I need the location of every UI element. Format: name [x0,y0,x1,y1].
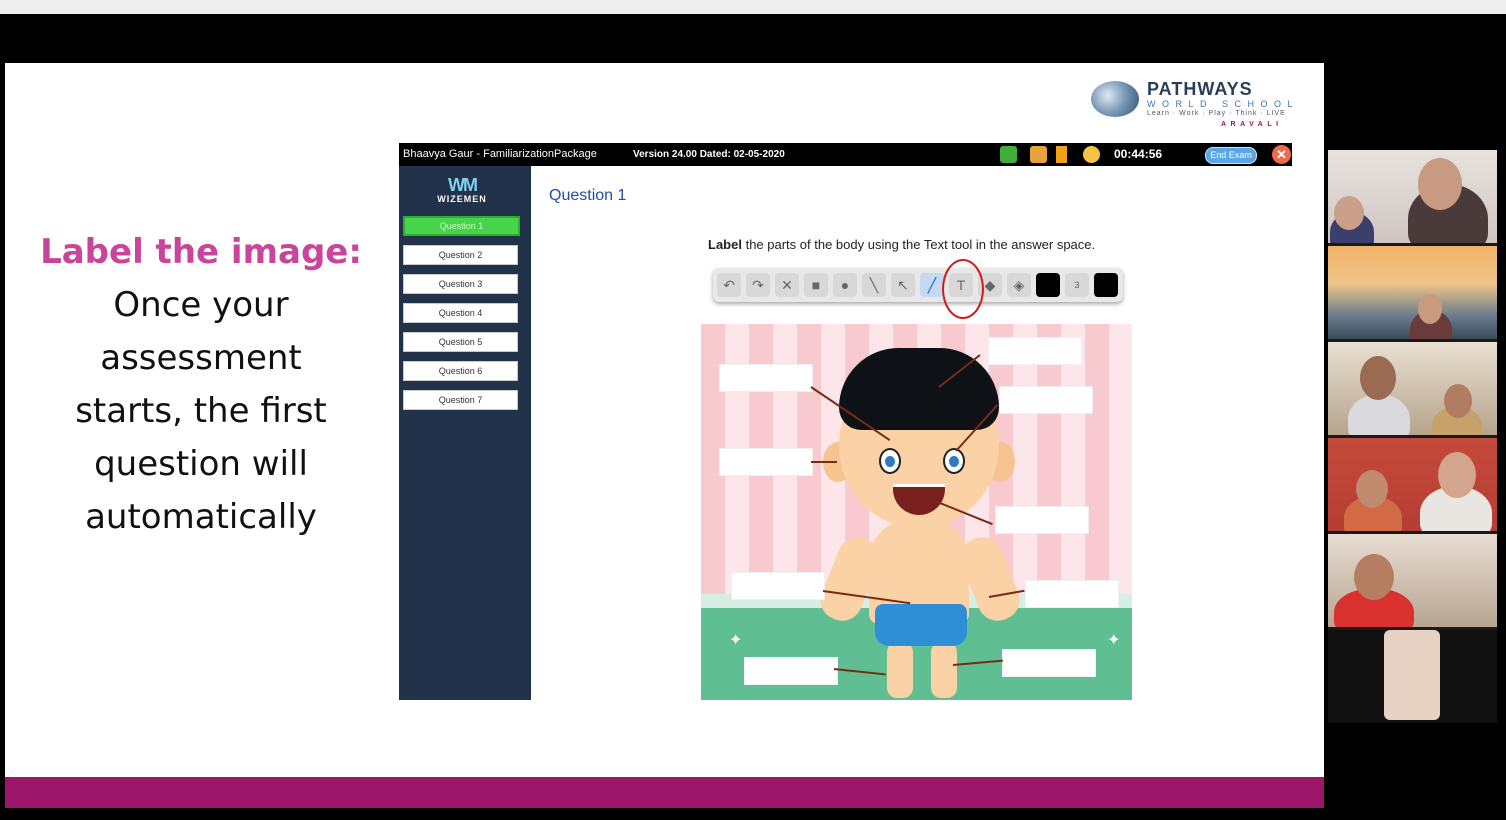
window-top-strip [0,0,1506,14]
exam-timer: 00:44:56 [1114,147,1163,161]
wizemen-logo: WM WIZEMEN [427,176,497,206]
participant-face [1444,384,1472,418]
slide-footer-bar [5,777,1324,808]
answer-box[interactable] [719,448,813,476]
participant-face [1438,452,1476,498]
boy-left-eye [879,448,901,474]
text-tool-highlight-circle [942,259,984,319]
color-swatch-icon[interactable] [1036,273,1060,297]
participant-video-tile[interactable] [1328,438,1497,531]
clock-icon [1083,146,1100,163]
bookmark-icon[interactable] [1056,146,1067,163]
answer-box[interactable] [988,337,1082,365]
question-instruction: Label the parts of the body using the Te… [708,237,1095,252]
question-nav-button-5[interactable]: Question 5 [403,332,518,352]
exam-app-screenshot: Bhaavya Gaur - FamiliarizationPackage Ve… [399,143,1292,700]
boy-left-leg [887,642,913,698]
undo-icon[interactable]: ↶ [717,273,741,297]
participant-silhouette [1348,394,1410,435]
logo-subtitle: WORLD SCHOOL [1147,99,1300,109]
logo-tagline: Learn · Work · Play · Think · LIVE [1147,110,1286,117]
slide-body-line: Once your [113,285,289,325]
slide-body-line: starts, the first [75,391,327,431]
logo-place: ARAVALI [1221,121,1283,128]
fill-icon[interactable]: ◈ [1007,273,1031,297]
pointer-icon[interactable]: ↖ [891,273,915,297]
answer-box[interactable] [1025,580,1119,608]
brand-name: WIZEMEN [437,194,487,204]
app-window-title: Bhaavya Gaur - FamiliarizationPackage [403,148,597,160]
sparkle-icon: ✦ [729,632,743,649]
answer-canvas-image[interactable]: ✦ ✦ [701,324,1132,700]
instruction-bold: Label [708,237,742,252]
participant-face [1360,356,1396,400]
boy-right-leg [931,642,957,698]
question-nav-button-2[interactable]: Question 2 [403,245,518,265]
question-heading: Question 1 [549,187,627,204]
line-icon[interactable]: ╲ [862,273,886,297]
end-exam-button[interactable]: End Exam [1205,147,1257,164]
sparkle-icon: ✦ [1107,632,1121,649]
participant-silhouette [1384,630,1440,720]
participant-face [1418,294,1442,324]
brand-mark: WM [448,175,478,195]
participant-video-tile[interactable] [1328,534,1497,627]
notes-icon[interactable] [1030,146,1047,163]
drawing-toolbar: ↶ ↷ ✕ ■ ● ╲ ↖ ╱ T ◆ ◈ 3 [713,268,1123,302]
boy-hair [839,348,999,430]
redo-icon[interactable]: ↷ [746,273,770,297]
school-logo: PATHWAYS WORLD SCHOOL Learn · Work · Pla… [1091,79,1303,131]
boy-shorts [875,604,967,646]
question-sidebar: WM WIZEMEN Question 1 Question 2 Questio… [399,166,531,700]
participant-face [1356,470,1388,508]
question-nav-button-1[interactable]: Question 1 [403,216,520,236]
question-nav-button-4[interactable]: Question 4 [403,303,518,323]
participant-video-tile[interactable] [1328,246,1497,339]
rectangle-icon[interactable]: ■ [804,273,828,297]
answer-box[interactable] [744,657,838,685]
slide-body-line: assessment [100,338,302,378]
participant-face [1354,554,1394,600]
slide-text-block: Label the image: Once your assessment st… [25,226,377,544]
answer-box[interactable] [1002,649,1096,677]
logo-title: PATHWAYS [1147,79,1253,99]
pen-icon[interactable]: ╱ [920,273,944,297]
close-icon[interactable]: ✕ [1272,145,1291,164]
presentation-slide: PATHWAYS WORLD SCHOOL Learn · Work · Pla… [5,63,1324,808]
question-nav-button-6[interactable]: Question 6 [403,361,518,381]
answer-box[interactable] [995,506,1089,534]
slide-body-line: automatically [85,497,317,537]
participant-face [1334,196,1364,230]
question-nav-button-7[interactable]: Question 7 [403,390,518,410]
answer-box[interactable] [719,364,813,392]
stroke-size-icon[interactable]: 3 [1065,273,1089,297]
participant-video-panel [1328,150,1497,723]
pointer-line [811,461,837,463]
slide-body-line: question will [94,444,308,484]
participant-video-tile[interactable] [1328,630,1497,723]
participant-video-tile[interactable] [1328,342,1497,435]
delete-icon[interactable]: ✕ [775,273,799,297]
participant-video-tile[interactable] [1328,150,1497,243]
app-version: Version 24.00 Dated: 02-05-2020 [633,149,785,160]
answer-box[interactable] [731,572,825,600]
boy-right-eye [943,448,965,474]
color-swatch-icon[interactable] [1094,273,1118,297]
ellipse-icon[interactable]: ● [833,273,857,297]
instruction-text: the parts of the body using the Text too… [741,237,1096,252]
question-nav-button-3[interactable]: Question 3 [403,274,518,294]
participant-face [1418,158,1462,210]
slide-heading: Label the image: [40,232,362,272]
app-titlebar: Bhaavya Gaur - FamiliarizationPackage Ve… [399,143,1292,166]
calculator-icon[interactable] [1000,146,1017,163]
answer-box[interactable] [999,386,1093,414]
globe-logo-icon [1091,81,1139,117]
